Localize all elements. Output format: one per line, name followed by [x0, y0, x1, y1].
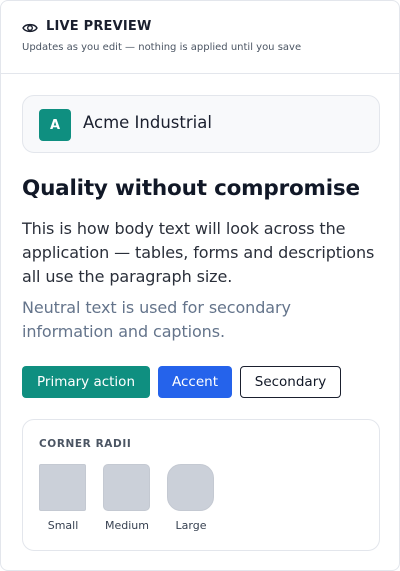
preview-header: LIVE PREVIEW Updates as you edit — nothi… [1, 1, 399, 74]
brand-name: Acme Industrial [83, 113, 212, 132]
radius-swatch-medium [103, 464, 150, 511]
brand-card: A Acme Industrial [22, 95, 380, 153]
radius-label-medium: Medium [105, 519, 149, 532]
radius-label-small: Small [47, 519, 79, 532]
preview-title: LIVE PREVIEW [46, 19, 152, 34]
brand-logo: A [39, 109, 71, 141]
preview-heading: Quality without compromise [22, 176, 360, 201]
body-text-sample: This is how body text will look across t… [22, 219, 375, 286]
corner-radii-title: CORNER RADII [39, 438, 132, 450]
secondary-button[interactable]: Secondary [240, 366, 341, 398]
primary-action-button[interactable]: Primary action [22, 366, 150, 398]
radius-label-large: Large [175, 519, 207, 532]
radius-swatch-large [167, 464, 214, 511]
eye-icon [22, 23, 38, 33]
corner-radii-card: CORNER RADII Small Medium Large [22, 419, 380, 551]
preview-subtitle: Updates as you edit — nothing is applied… [22, 42, 302, 53]
neutral-text-sample: Neutral text is used for secondary infor… [22, 298, 291, 341]
radius-swatch-small [39, 464, 86, 511]
live-preview-panel: LIVE PREVIEW Updates as you edit — nothi… [0, 0, 400, 571]
accent-button[interactable]: Accent [158, 366, 232, 398]
